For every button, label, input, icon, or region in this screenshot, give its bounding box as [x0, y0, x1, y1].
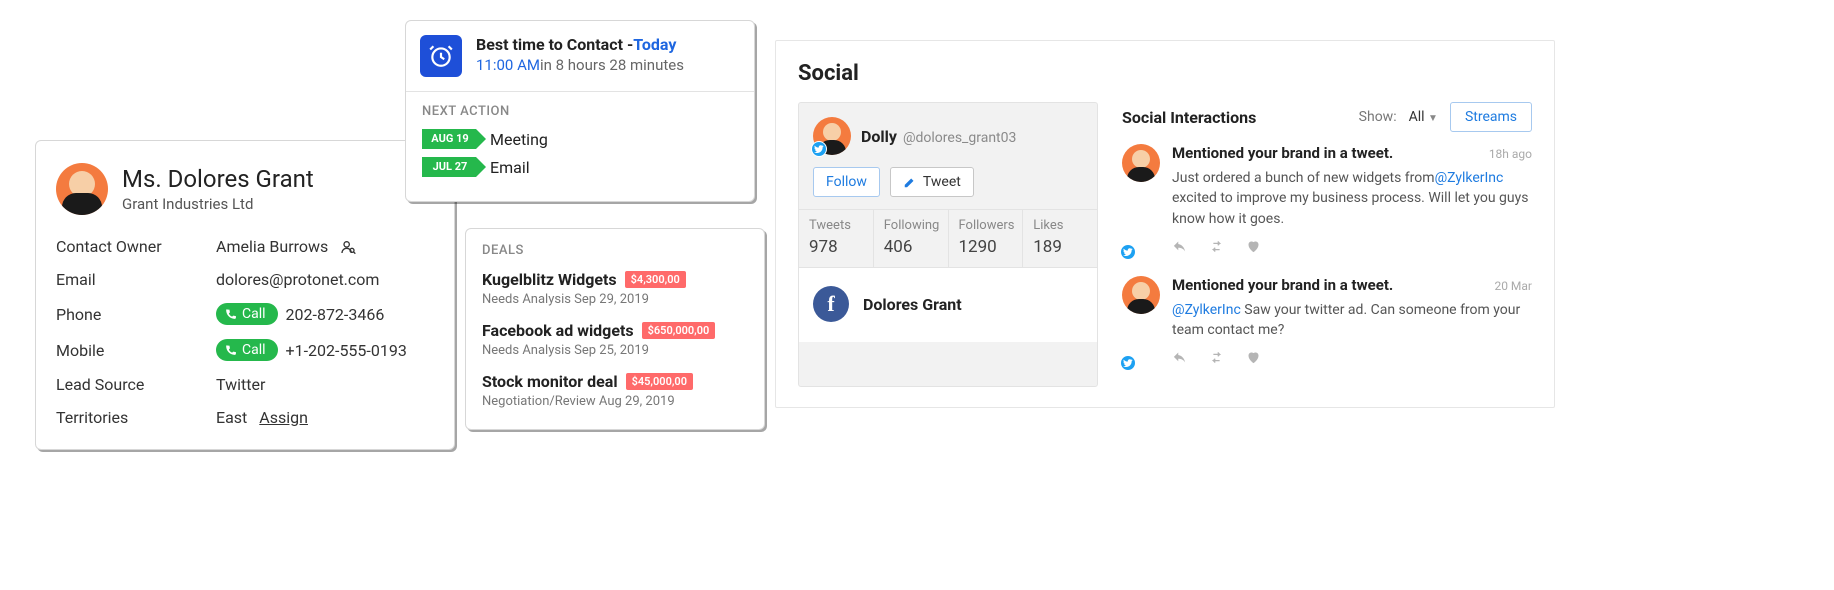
streams-button[interactable]: Streams	[1450, 102, 1532, 132]
chevron-down-icon: ▼	[1428, 113, 1438, 124]
date-tag: JUL 27	[422, 157, 476, 177]
interaction-time: 18h ago	[1489, 147, 1532, 161]
interaction-avatar	[1122, 144, 1160, 182]
deal-item[interactable]: Stock monitor deal $45,000,00 Negotiatio…	[482, 372, 748, 409]
social-display-name: Dolly	[861, 127, 897, 146]
deal-name: Facebook ad widgets	[482, 321, 634, 340]
best-time-sub: 11:00 AMin 8 hours 28 minutes	[476, 56, 684, 74]
alarm-clock-icon	[420, 35, 462, 77]
owner-label: Contact Owner	[56, 237, 216, 256]
interaction-title: Mentioned your brand in a tweet.	[1172, 276, 1494, 294]
deal-name: Stock monitor deal	[482, 372, 618, 391]
like-icon[interactable]	[1246, 350, 1261, 369]
assign-link[interactable]: Assign	[259, 408, 308, 427]
deal-item[interactable]: Facebook ad widgets $650,000,00 Needs An…	[482, 321, 748, 358]
person-lookup-icon[interactable]	[340, 239, 356, 255]
next-action-text: Email	[490, 158, 530, 177]
reply-icon[interactable]	[1172, 350, 1187, 369]
deal-name: Kugelblitz Widgets	[482, 270, 617, 289]
contact-avatar	[56, 163, 108, 215]
mobile-value: +1-202-555-0193	[286, 341, 407, 360]
tweet-button[interactable]: Tweet	[890, 167, 974, 197]
social-handle: @dolores_grant03	[903, 130, 1016, 146]
deal-item[interactable]: Kugelblitz Widgets $4,300,00 Needs Analy…	[482, 270, 748, 307]
owner-value: Amelia Burrows	[216, 237, 356, 256]
deal-sub: Needs Analysis Sep 29, 2019	[482, 292, 748, 307]
lead-source-label: Lead Source	[56, 375, 216, 394]
interaction-text: Just ordered a bunch of new widgets from…	[1172, 168, 1532, 229]
mention-link[interactable]: @ZylkerInc	[1172, 302, 1241, 318]
call-phone-button[interactable]: Call	[216, 303, 278, 325]
deal-amount: $4,300,00	[625, 271, 686, 288]
social-profile-card: Dolly @dolores_grant03 Follow Tweet Twee…	[798, 102, 1098, 387]
stat-followers[interactable]: Followers 1290	[949, 210, 1024, 267]
facebook-profile-row[interactable]: f Dolores Grant	[799, 267, 1097, 342]
twitter-badge-icon	[811, 141, 827, 157]
mobile-label: Mobile	[56, 341, 216, 360]
deals-label: DEALS	[482, 243, 748, 258]
deal-sub: Needs Analysis Sep 25, 2019	[482, 343, 748, 358]
next-action-row[interactable]: AUG 19 Meeting	[422, 129, 738, 149]
facebook-name: Dolores Grant	[863, 295, 962, 314]
territories-value: East	[216, 408, 247, 427]
best-time-card: Best time to Contact -Today 11:00 AMin 8…	[405, 20, 755, 202]
lead-source-value: Twitter	[216, 375, 265, 394]
date-tag: AUG 19	[422, 129, 476, 149]
follow-button[interactable]: Follow	[813, 167, 880, 197]
twitter-badge-icon	[1120, 355, 1136, 371]
interaction-item: Mentioned your brand in a tweet. 20 Mar …	[1122, 276, 1532, 370]
territories-label: Territories	[56, 408, 216, 427]
contact-company: Grant Industries Ltd	[122, 195, 314, 213]
deal-amount: $45,000,00	[626, 373, 693, 390]
stat-tweets[interactable]: Tweets 978	[799, 210, 874, 267]
call-mobile-button[interactable]: Call	[216, 339, 278, 361]
deal-sub: Negotiation/Review Aug 29, 2019	[482, 394, 748, 409]
interaction-avatar	[1122, 276, 1160, 314]
show-filter[interactable]: All ▼	[1409, 109, 1438, 125]
stat-following[interactable]: Following 406	[874, 210, 949, 267]
email-value[interactable]: dolores@protonet.com	[216, 270, 379, 289]
next-action-row[interactable]: JUL 27 Email	[422, 157, 738, 177]
best-time-title: Best time to Contact -Today	[476, 35, 684, 54]
reply-icon[interactable]	[1172, 239, 1187, 258]
mention-link[interactable]: @ZylkerInc	[1435, 170, 1504, 186]
contact-card: Ms. Dolores Grant Grant Industries Ltd C…	[35, 140, 455, 450]
phone-value: 202-872-3466	[286, 305, 385, 324]
facebook-icon: f	[813, 286, 849, 322]
social-title: Social	[798, 61, 1532, 86]
show-label: Show:	[1359, 109, 1397, 125]
contact-name: Ms. Dolores Grant	[122, 165, 314, 193]
phone-label: Phone	[56, 305, 216, 324]
next-action-text: Meeting	[490, 130, 548, 149]
deals-card: DEALS Kugelblitz Widgets $4,300,00 Needs…	[465, 228, 765, 430]
interaction-text: @ZylkerInc Saw your twitter ad. Can some…	[1172, 300, 1532, 341]
interaction-time: 20 Mar	[1494, 279, 1532, 293]
email-label: Email	[56, 270, 216, 289]
compose-icon	[903, 175, 917, 189]
retweet-icon[interactable]	[1209, 239, 1224, 258]
interaction-item: Mentioned your brand in a tweet. 18h ago…	[1122, 144, 1532, 258]
interaction-title: Mentioned your brand in a tweet.	[1172, 144, 1489, 162]
stat-likes[interactable]: Likes 189	[1023, 210, 1097, 267]
twitter-badge-icon	[1120, 244, 1136, 260]
interactions-title: Social Interactions	[1122, 108, 1256, 127]
social-panel: Social Dolly @dolores_grant03 Follow	[775, 40, 1555, 408]
next-action-label: NEXT ACTION	[422, 104, 738, 119]
deal-amount: $650,000,00	[642, 322, 716, 339]
like-icon[interactable]	[1246, 239, 1261, 258]
retweet-icon[interactable]	[1209, 350, 1224, 369]
